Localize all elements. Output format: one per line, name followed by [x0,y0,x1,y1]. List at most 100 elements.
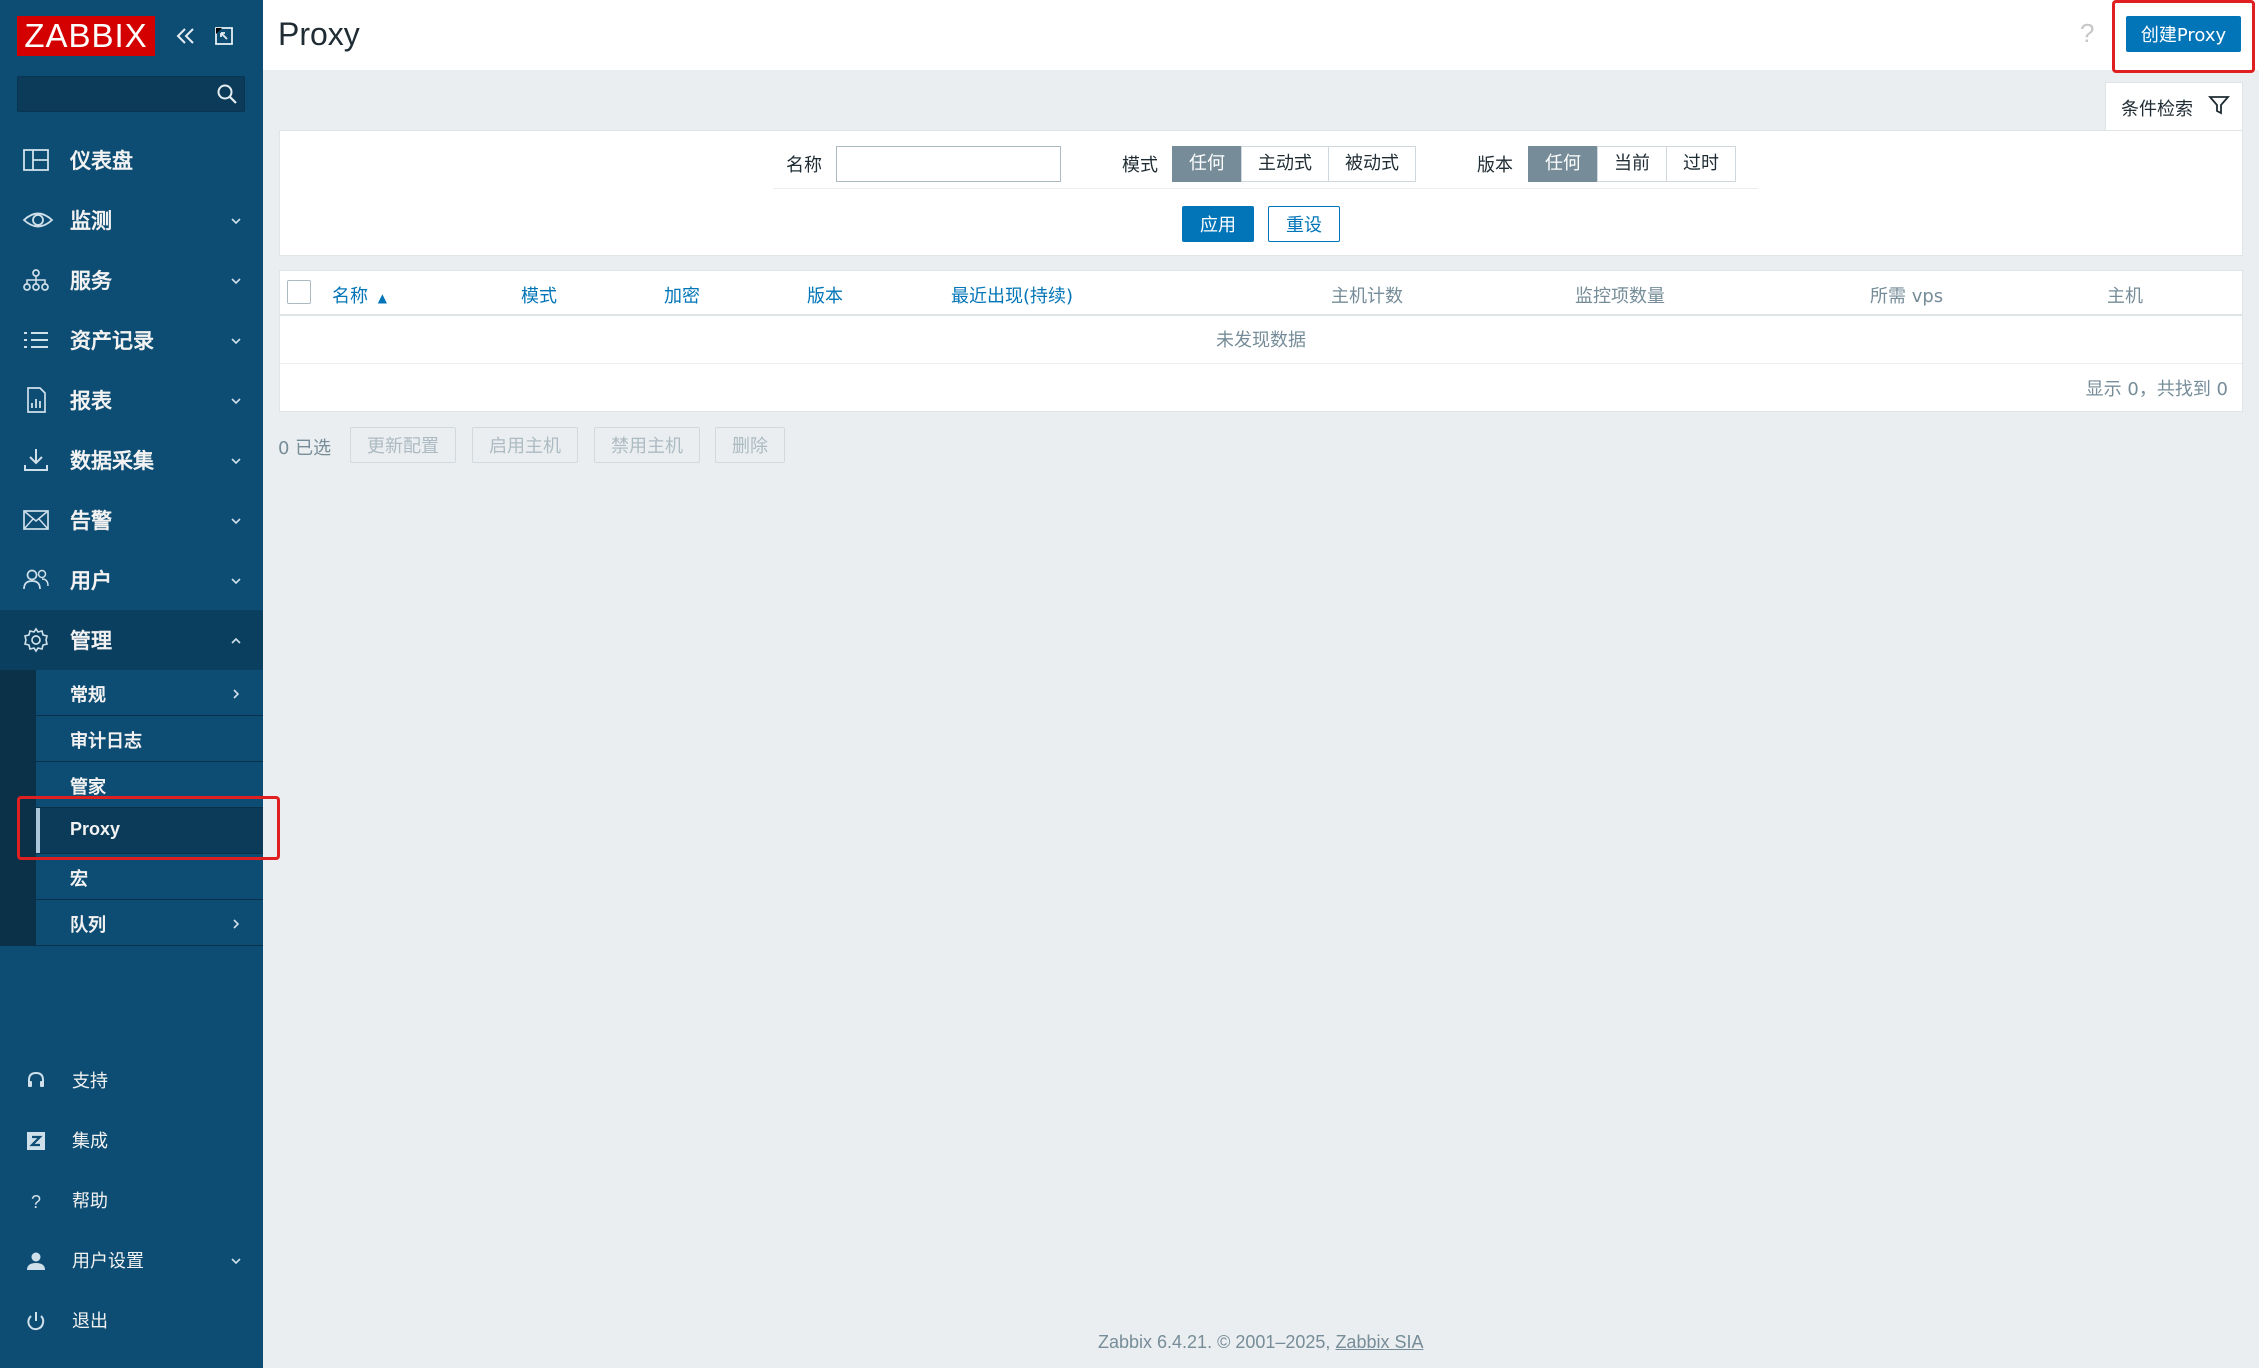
chevron-right-icon [229,686,243,705]
chevron-down-icon [229,453,243,467]
filter-mode-toggle: 任何 主动式 被动式 [1172,146,1416,182]
sidebar: ZABBIX 仪表盘 监测 服务 资产记录 报表 数据采集 告警 用户 管理 常… [0,0,263,1368]
search-icon[interactable] [216,83,238,109]
collapse-sidebar-icon[interactable] [172,22,200,50]
filter-name-input[interactable] [836,146,1061,182]
filter-icon [2208,94,2230,120]
menu-item-reports[interactable]: 报表 [0,370,263,430]
submenu-item-proxy[interactable]: Proxy [36,808,263,854]
footer-link[interactable]: Zabbix SIA [1335,1332,1423,1352]
menu-item-services[interactable]: 服务 [0,250,263,310]
submenu-item-label: Proxy [70,819,121,839]
chevron-down-icon [229,1253,243,1267]
submenu-item-housekeeping[interactable]: 管家 [36,762,263,808]
menu-item-label: 用户 [70,569,112,593]
download-icon [22,447,50,473]
services-icon [22,267,50,293]
gear-icon [22,627,50,653]
list-icon [22,327,50,353]
submenu-item-queue[interactable]: 队列 [36,900,263,946]
filter-version-label: 版本 [1477,155,1513,176]
menu-item-integrations[interactable]: 集成 [0,1110,263,1170]
submenu-item-macros[interactable]: 宏 [36,854,263,900]
dashboard-icon [22,147,50,173]
headset-icon [24,1069,48,1093]
enable-hosts-button[interactable]: 启用主机 [472,427,578,463]
paging-info: 显示 0，共找到 0 [2085,379,2228,400]
menu-item-sign-out[interactable]: 退出 [0,1290,263,1350]
kiosk-mode-icon[interactable] [210,22,238,50]
eye-icon [22,207,54,233]
create-proxy-button[interactable]: 创建Proxy [2126,16,2241,52]
chevron-down-icon [229,213,243,227]
page-header: Proxy ? 创建Proxy [263,0,2259,70]
empty-table-message: 未发现数据 [280,318,2242,364]
version-option-outdated[interactable]: 过时 [1666,146,1736,182]
chevron-up-icon [229,633,243,647]
filter-divider [773,188,1758,189]
filter-tab[interactable]: 条件检索 [2105,82,2243,130]
column-header-host-count: 主机计数 [1331,286,1403,307]
submenu-item-label: 管家 [70,777,106,798]
menu-item-label: 支持 [72,1071,108,1092]
help-icon[interactable]: ? [2080,18,2094,49]
users-icon [22,567,50,593]
column-header-version[interactable]: 版本 [807,282,843,308]
menu-item-label: 资产记录 [70,329,154,353]
select-all-checkbox[interactable] [287,280,311,304]
menu-item-label: 帮助 [72,1191,108,1212]
zabbix-logo[interactable]: ZABBIX [17,16,155,56]
column-header-last-seen[interactable]: 最近出现(持续) [951,282,1073,308]
chevron-down-icon [229,273,243,287]
power-icon [24,1309,48,1333]
submenu-item-label: 队列 [70,915,106,936]
menu-item-users[interactable]: 用户 [0,550,263,610]
column-header-name[interactable]: 名称 ▲ [332,282,387,308]
mode-option-active[interactable]: 主动式 [1241,146,1329,182]
reset-button[interactable]: 重设 [1268,206,1340,242]
search-input[interactable] [18,77,208,111]
menu-item-label: 服务 [70,269,112,293]
menu-item-support[interactable]: 支持 [0,1050,263,1110]
chevron-down-icon [229,333,243,347]
submenu-item-audit-log[interactable]: 审计日志 [36,716,263,762]
menu-item-user-settings[interactable]: 用户设置 [0,1230,263,1290]
filter-mode-label: 模式 [1122,155,1158,176]
version-option-any[interactable]: 任何 [1528,146,1598,182]
submenu-item-label: 宏 [70,869,88,890]
apply-button[interactable]: 应用 [1182,206,1254,242]
menu-item-help[interactable]: ? 帮助 [0,1170,263,1230]
menu-item-alerts[interactable]: 告警 [0,490,263,550]
menu-item-label: 集成 [72,1131,108,1152]
filter-version-toggle: 任何 当前 过时 [1528,146,1736,182]
menu-item-inventory[interactable]: 资产记录 [0,310,263,370]
column-header-encryption[interactable]: 加密 [664,282,700,308]
table-header: 名称 ▲ 模式 加密 版本 最近出现(持续) 主机计数 监控项数量 所需 vps… [280,271,2242,316]
menu-item-label: 仪表盘 [70,149,133,173]
mode-option-passive[interactable]: 被动式 [1328,146,1416,182]
disable-hosts-button[interactable]: 禁用主机 [594,427,700,463]
footer: Zabbix 6.4.21. © 2001–2025, Zabbix SIA [1098,1332,1423,1353]
submenu-item-label: 审计日志 [70,731,142,752]
menu-item-label: 管理 [70,629,112,653]
column-header-required-vps: 所需 vps [1870,286,1944,307]
refresh-config-button[interactable]: 更新配置 [350,427,456,463]
svg-text:?: ? [31,1192,41,1212]
mode-option-any[interactable]: 任何 [1172,146,1242,182]
filter-panel: 名称 模式 任何 主动式 被动式 版本 任何 当前 过时 应用 重设 [279,130,2243,256]
sort-asc-icon: ▲ [377,291,387,305]
menu-item-data-collection[interactable]: 数据采集 [0,430,263,490]
column-header-label: 名称 [332,286,368,307]
filter-name-label: 名称 [786,155,822,176]
submenu-item-general[interactable]: 常规 [36,670,263,716]
menu-item-label: 用户设置 [72,1251,144,1272]
menu-item-administration[interactable]: 管理 [0,610,263,670]
menu-item-dashboard[interactable]: 仪表盘 [0,130,263,190]
column-header-mode[interactable]: 模式 [521,282,557,308]
proxy-table: 名称 ▲ 模式 加密 版本 最近出现(持续) 主机计数 监控项数量 所需 vps… [279,270,2243,412]
chevron-down-icon [229,393,243,407]
delete-button[interactable]: 删除 [715,427,785,463]
version-option-current[interactable]: 当前 [1597,146,1667,182]
menu-item-monitoring[interactable]: 监测 [0,190,263,250]
bottom-menu: 支持 集成 ? 帮助 用户设置 退出 [0,1050,263,1350]
